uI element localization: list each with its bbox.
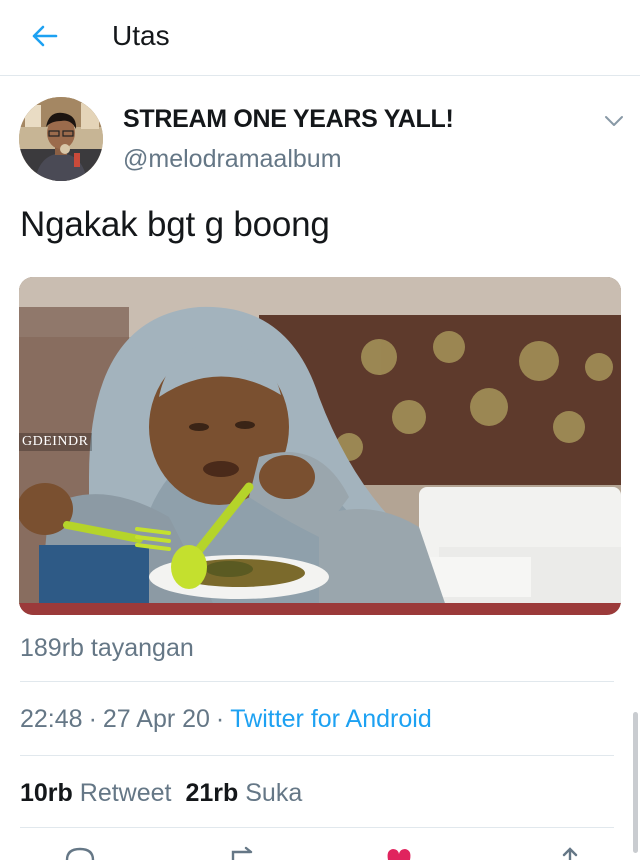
like-label: Suka: [245, 779, 303, 807]
retweet-label: Retweet: [79, 779, 172, 807]
retweet-count: 10rb: [20, 779, 73, 807]
divider: [20, 755, 614, 756]
tweet-metadata: 22:48 · 27 Apr 20 · Twitter for Android: [20, 705, 432, 734]
heart-icon[interactable]: [384, 846, 414, 860]
divider: [20, 681, 614, 682]
like-count: 21rb: [185, 779, 239, 807]
tweet-source-link[interactable]: Twitter for Android: [230, 705, 431, 733]
separator-dot: ·: [88, 705, 97, 733]
avatar-photo: [19, 97, 103, 181]
page-title: Utas: [112, 20, 170, 51]
chevron-down-icon: [605, 116, 623, 126]
retweets-stat[interactable]: 10rb Retweet: [20, 779, 171, 807]
separator-dot: ·: [215, 705, 225, 733]
video-frame: [19, 277, 621, 615]
avatar[interactable]: [19, 97, 103, 181]
video-watermark: GDEINDR: [19, 433, 92, 451]
scrollbar[interactable]: [633, 712, 638, 853]
view-count: 189rb tayangan: [20, 634, 194, 662]
likes-stat[interactable]: 21rb Suka: [185, 779, 302, 807]
retweet-icon[interactable]: [230, 846, 260, 860]
action-bar: [0, 840, 640, 860]
tweet-time: 22:48: [20, 705, 83, 733]
tweet-text: Ngakak bgt g boong: [20, 205, 330, 244]
reply-icon[interactable]: [64, 846, 96, 860]
more-options-button[interactable]: [600, 109, 628, 133]
divider: [20, 827, 614, 828]
engagement-stats: 10rb Retweet 21rb Suka: [20, 779, 302, 808]
back-button[interactable]: [26, 18, 62, 54]
arrow-left-icon: [32, 25, 58, 47]
tweet-date: 27 Apr 20: [102, 705, 210, 733]
tweet-video[interactable]: GDEINDR: [19, 277, 621, 615]
author-handle[interactable]: @melodramaalbum: [123, 145, 342, 174]
author-display-name[interactable]: STREAM ONE YEARS YALL!: [123, 105, 454, 134]
top-bar: Utas: [0, 0, 640, 76]
share-icon[interactable]: [556, 846, 584, 860]
